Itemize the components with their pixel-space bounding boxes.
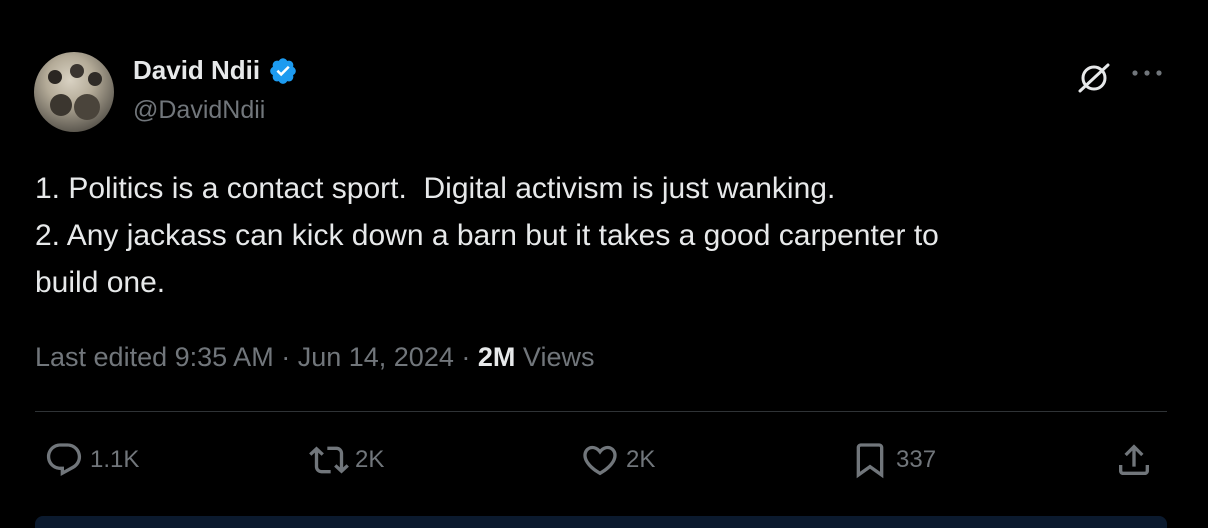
repost-icon: [309, 446, 349, 474]
meta-separator: ·: [461, 342, 471, 372]
reply-button[interactable]: 1.1K: [44, 440, 139, 480]
tweet-line: 2. Any jackass can kick down a barn but …: [35, 219, 939, 252]
repost-count: 2K: [355, 446, 385, 473]
bookmark-count: 337: [896, 446, 937, 473]
tweet-line: 1. Politics is a contact sport. Digital …: [35, 172, 836, 205]
edited-label[interactable]: Last edited: [35, 342, 167, 372]
reply-composer-edge: [35, 516, 1167, 528]
reply-icon: [46, 443, 82, 477]
tweet-text: 1. Politics is a contact sport. Digital …: [35, 165, 1155, 306]
bookmark-icon: [856, 443, 884, 479]
like-count: 2K: [626, 446, 656, 473]
avatar[interactable]: [34, 52, 114, 132]
views-count: 2M: [477, 342, 516, 372]
bookmark-button[interactable]: 337: [850, 440, 936, 480]
tweet-card: David Ndii @DavidNdii 1. Politics is a c…: [0, 0, 1208, 528]
reply-count: 1.1K: [90, 446, 140, 473]
repost-button[interactable]: 2K: [309, 440, 384, 480]
verified-badge-icon: [270, 57, 296, 84]
author-name-row: David Ndii: [133, 55, 298, 86]
like-icon: [583, 445, 617, 476]
more-icon[interactable]: [1128, 66, 1166, 80]
grok-icon[interactable]: [1076, 60, 1112, 96]
views-label: Views: [522, 342, 595, 372]
like-button[interactable]: 2K: [580, 440, 655, 480]
tweet-line: build one.: [35, 266, 166, 299]
tweet-meta: Last edited 9:35 AM · Jun 14, 2024 · 2M …: [35, 342, 594, 373]
tweet-time[interactable]: 9:35 AM: [175, 342, 274, 372]
share-button[interactable]: [1114, 440, 1154, 480]
meta-separator: ·: [281, 342, 291, 372]
author-handle[interactable]: @DavidNdii: [133, 96, 265, 125]
divider: [35, 411, 1167, 412]
share-icon: [1119, 444, 1149, 475]
author-name[interactable]: David Ndii: [133, 55, 260, 86]
tweet-date[interactable]: Jun 14, 2024: [298, 342, 454, 372]
